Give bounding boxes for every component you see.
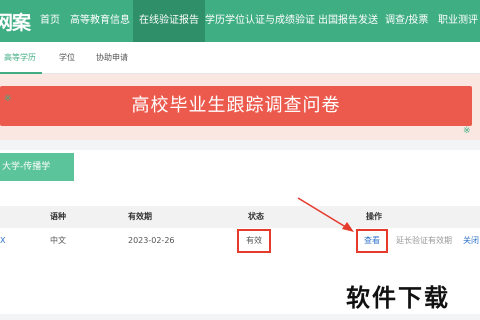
watermark-text: 软件下载 — [346, 284, 450, 312]
red-pointer-arrow — [297, 197, 354, 232]
arrow-shaft — [297, 197, 350, 230]
arrow-head — [342, 222, 354, 232]
